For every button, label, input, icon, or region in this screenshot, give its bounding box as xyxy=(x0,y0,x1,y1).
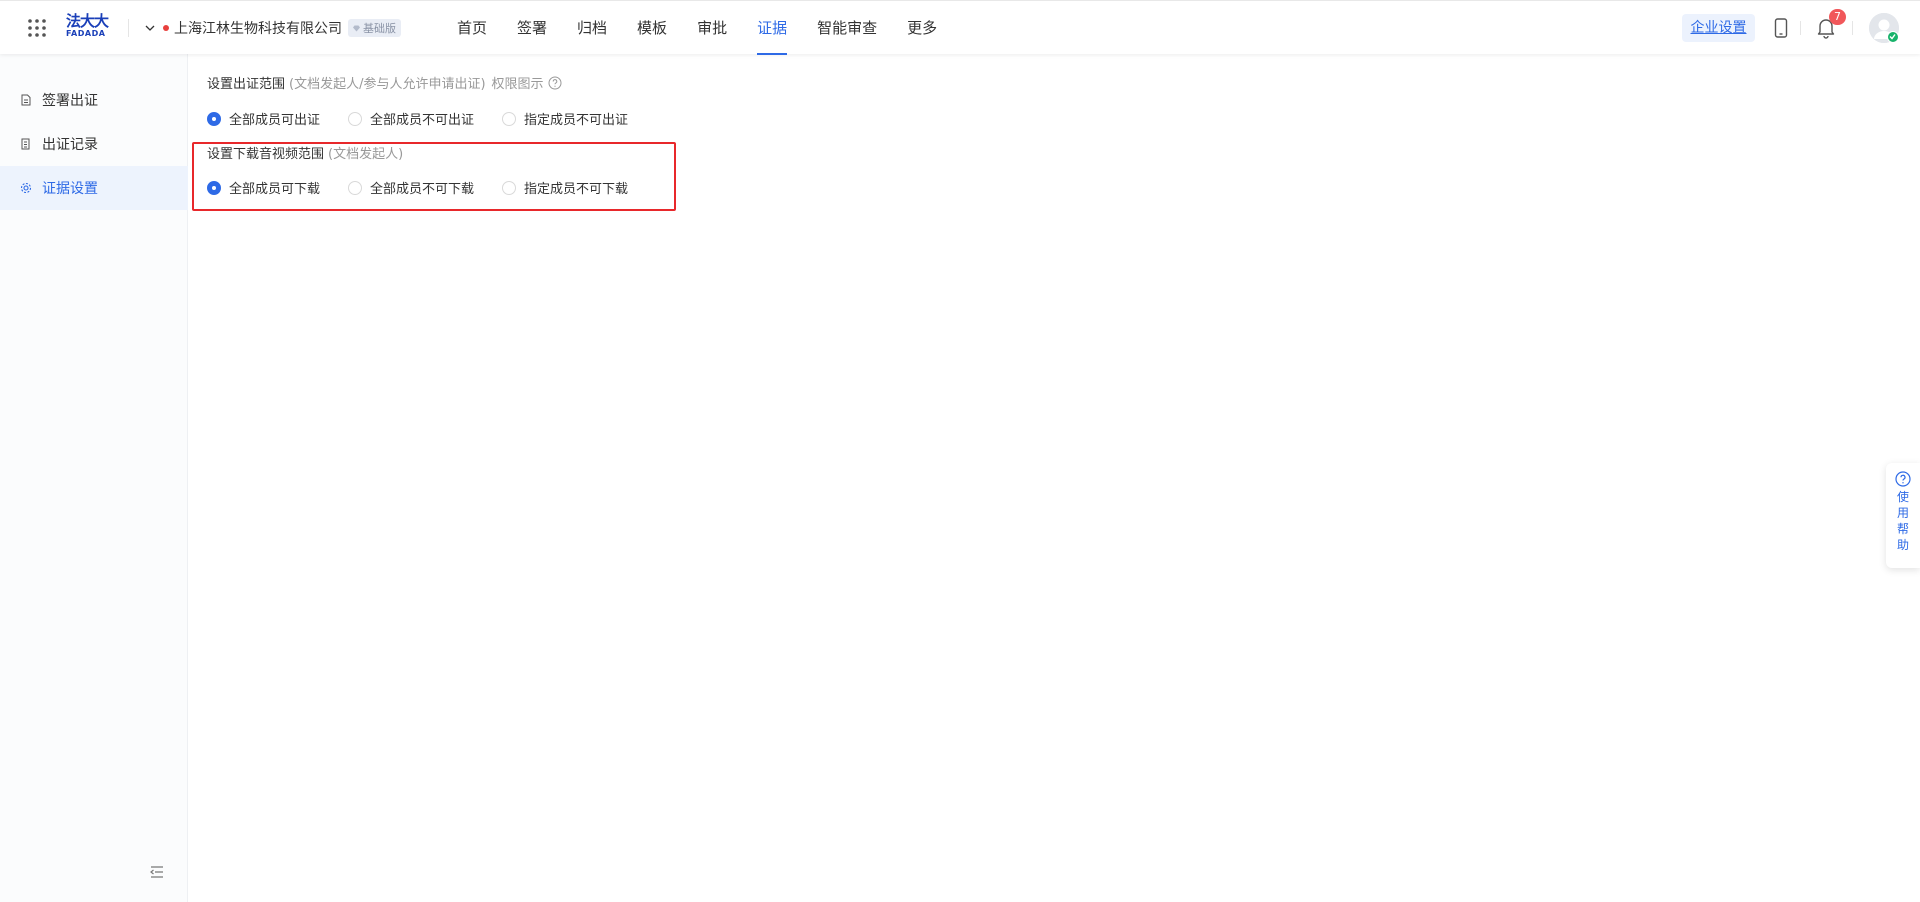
radio-circle xyxy=(502,111,517,126)
nav-item-template[interactable]: 模板 xyxy=(637,1,667,55)
apps-grid-icon[interactable] xyxy=(26,17,48,39)
toolbar-divider xyxy=(1800,21,1801,35)
nav-item-smart-review[interactable]: 智能审查 xyxy=(817,1,877,55)
issue-scope-option-all-denied[interactable]: 全部成员不可出证 xyxy=(348,109,474,128)
nav-item-more[interactable]: 更多 xyxy=(907,1,937,55)
fadada-logo[interactable]: 法大大 FADADA xyxy=(66,13,116,43)
radio-circle xyxy=(348,180,363,195)
records-icon xyxy=(21,138,30,150)
nav-item-evidence[interactable]: 证据 xyxy=(757,1,788,55)
download-scope-hint: (文档发起人) xyxy=(328,147,404,162)
download-scope-radio-group: 全部成员可下载 全部成员不可下载 指定成员不可下载 xyxy=(207,178,628,197)
gear-icon xyxy=(20,182,32,194)
radio-label: 指定成员不可出证 xyxy=(524,113,629,128)
issue-scope-title: 设置出证范围 (文档发起人/参与人允许申请出证) 权限图示 xyxy=(207,73,562,92)
nav-item-approval[interactable]: 审批 xyxy=(697,1,727,55)
status-dot xyxy=(163,25,169,31)
question-circle-icon xyxy=(1895,471,1911,487)
radio-label: 全部成员可出证 xyxy=(229,113,321,128)
download-scope-option-all-allowed[interactable]: 全部成员可下载 xyxy=(207,178,320,197)
radio-circle xyxy=(348,111,363,126)
issue-scope-radio-group: 全部成员可出证 全部成员不可出证 指定成员不可出证 xyxy=(207,109,628,128)
company-switcher[interactable]: 上海江林生物科技有限公司 基础版 xyxy=(145,16,401,40)
radio-circle xyxy=(207,180,221,195)
issue-scope-hint: (文档发起人/参与人允许申请出证) xyxy=(289,77,486,92)
mobile-phone-icon[interactable] xyxy=(1773,18,1789,38)
issue-scope-title-text: 设置出证范围 xyxy=(207,77,286,92)
main-nav: 首页 签署 归档 模板 审批 证据 智能审查 更多 xyxy=(457,1,967,55)
edition-badge-label: 基础版 xyxy=(363,22,396,35)
sidebar-item-label: 出证记录 xyxy=(42,137,98,153)
notification-count-badge: 7 xyxy=(1829,9,1846,25)
radio-circle xyxy=(502,180,517,195)
radio-label: 指定成员不可下载 xyxy=(524,182,629,197)
sidebar-item-evidence-settings[interactable]: 证据设置 xyxy=(0,166,188,210)
permission-diagram-link[interactable]: 权限图示 xyxy=(492,73,544,92)
download-scope-title-text: 设置下载音视频范围 xyxy=(207,147,325,162)
download-scope-title: 设置下载音视频范围 (文档发起人) xyxy=(207,143,403,162)
sidebar: 签署出证 出证记录 证据设置 xyxy=(0,54,188,902)
issue-scope-option-all-allowed[interactable]: 全部成员可出证 xyxy=(207,109,320,128)
logo-divider xyxy=(128,19,129,37)
nav-item-home[interactable]: 首页 xyxy=(457,1,487,55)
sidebar-item-issue-records[interactable]: 出证记录 xyxy=(0,122,188,166)
radio-circle xyxy=(207,111,221,126)
nav-item-archive[interactable]: 归档 xyxy=(577,1,607,55)
logo-text-cn: 法大大 xyxy=(66,12,109,30)
diamond-icon xyxy=(353,25,360,31)
document-icon xyxy=(21,94,31,106)
sidebar-item-label: 签署出证 xyxy=(42,93,98,109)
help-button[interactable]: 使用帮助 xyxy=(1886,463,1920,568)
issue-scope-option-specified-denied[interactable]: 指定成员不可出证 xyxy=(502,109,628,128)
verified-check-icon xyxy=(1887,31,1899,43)
radio-label: 全部成员不可下载 xyxy=(370,182,475,197)
radio-label: 全部成员不可出证 xyxy=(370,113,475,128)
chevron-down-icon xyxy=(145,25,155,31)
company-name: 上海江林生物科技有限公司 xyxy=(174,21,342,37)
logo-text-en: FADADA xyxy=(66,29,106,38)
top-bar: 法大大 FADADA 上海江林生物科技有限公司 基础版 首页 签署 归档 模板 … xyxy=(0,0,1920,55)
toolbar-divider xyxy=(1852,21,1853,35)
enterprise-settings-button[interactable]: 企业设置 xyxy=(1682,14,1755,42)
edition-badge: 基础版 xyxy=(348,19,401,37)
question-circle-icon[interactable] xyxy=(548,76,562,90)
download-scope-option-specified-denied[interactable]: 指定成员不可下载 xyxy=(502,178,628,197)
radio-label: 全部成员可下载 xyxy=(229,182,321,197)
download-scope-option-all-denied[interactable]: 全部成员不可下载 xyxy=(348,178,474,197)
collapse-sidebar-icon[interactable] xyxy=(150,866,164,878)
sidebar-item-label: 证据设置 xyxy=(42,181,98,197)
sidebar-item-sign-issue[interactable]: 签署出证 xyxy=(0,78,188,122)
nav-item-sign[interactable]: 签署 xyxy=(517,1,547,55)
help-label: 使用帮助 xyxy=(1897,490,1910,552)
